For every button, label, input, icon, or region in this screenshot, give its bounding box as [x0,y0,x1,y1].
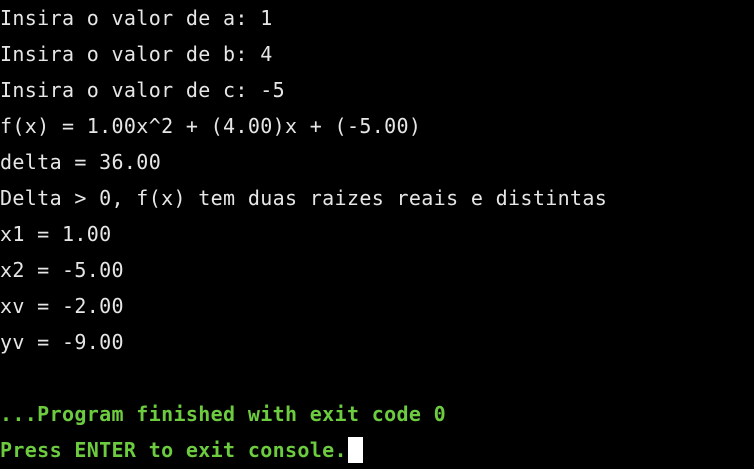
exit-prompt-line: Press ENTER to exit console. [0,432,754,468]
console-line-delta-message: Delta > 0, f(x) tem duas raizes reais e … [0,186,608,210]
console-line-x2: x2 = -5.00 [0,258,124,282]
console-line-delta: delta = 36.00 [0,150,162,174]
console-window[interactable]: Insira o valor de a: 1 Insira o valor de… [0,0,754,469]
console-line-input-a: Insira o valor de a: 1 [0,6,273,30]
console-line-input-c: Insira o valor de c: -5 [0,78,285,102]
program-finished-message: ...Program finished with exit code 0 [0,402,447,426]
console-line-xv: xv = -2.00 [0,294,124,318]
console-line-yv: yv = -9.00 [0,330,124,354]
text-cursor[interactable] [347,437,363,463]
console-line-x1: x1 = 1.00 [0,222,112,246]
exit-prompt-text: Press ENTER to exit console. [0,438,347,462]
console-line-function: f(x) = 1.00x^2 + (4.00)x + (-5.00) [0,114,422,138]
console-line-input-b: Insira o valor de b: 4 [0,42,273,66]
